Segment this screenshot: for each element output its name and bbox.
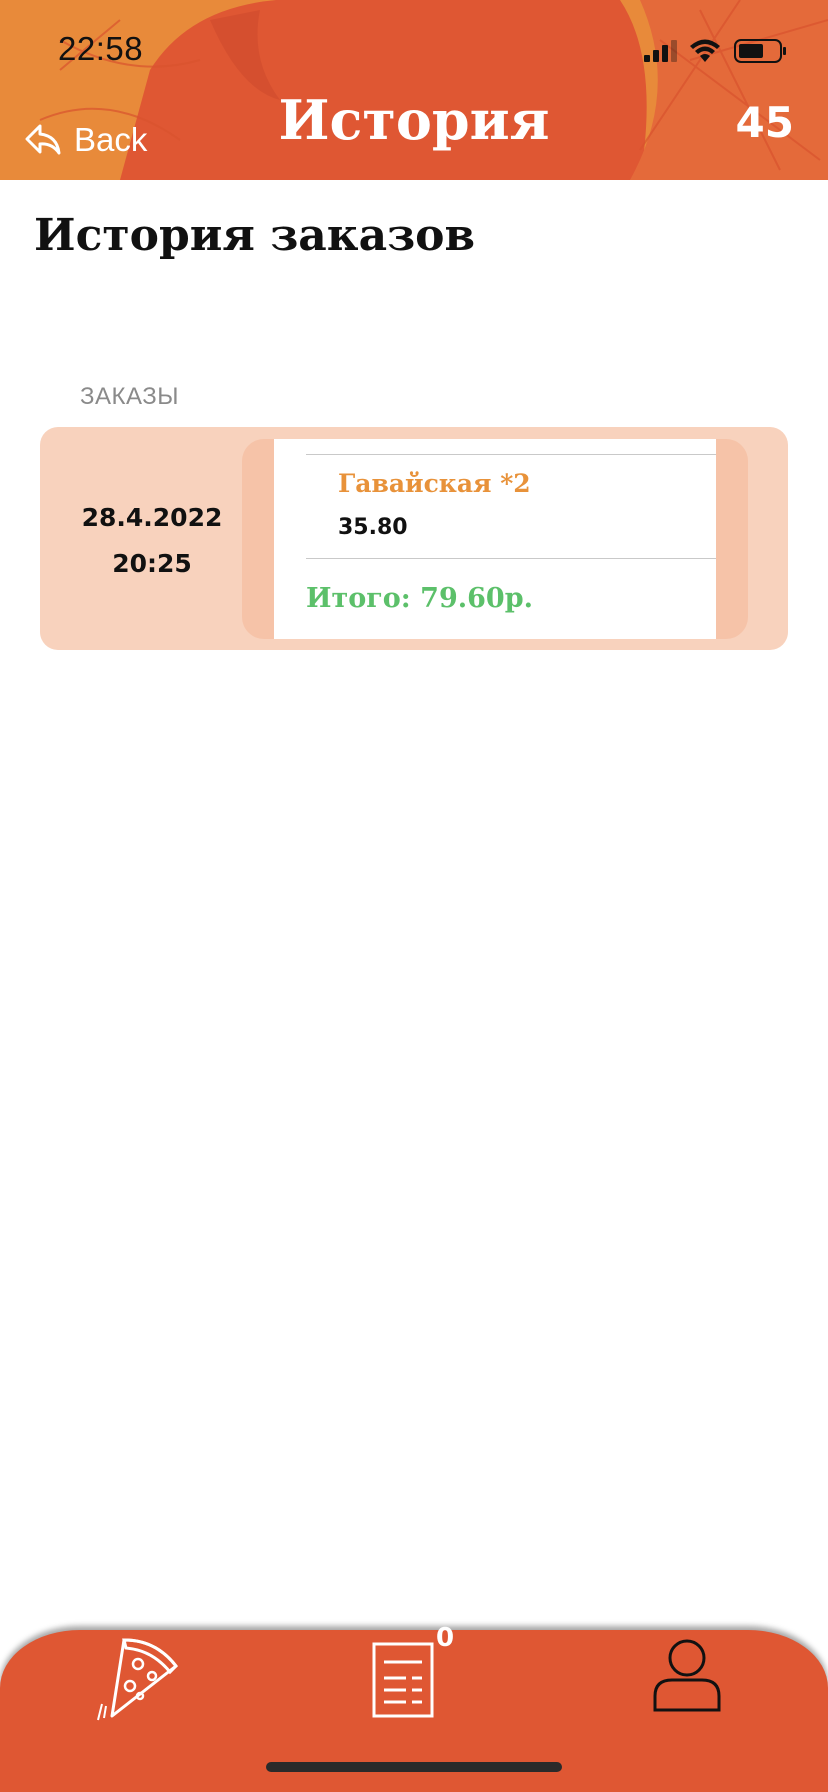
divider <box>306 558 716 559</box>
tab-menu[interactable] <box>94 1634 180 1726</box>
header: 22:58 Back История 45 <box>0 0 828 180</box>
divider <box>306 454 716 455</box>
order-items-list: Гавайская *2 35.80 Итого: 79.60р. <box>274 439 716 639</box>
tab-orders[interactable] <box>370 1640 436 1724</box>
status-icons <box>644 39 786 63</box>
cart-badge: 0 <box>436 1623 455 1653</box>
pizza-icon <box>97 1638 178 1721</box>
tab-profile[interactable] <box>652 1638 722 1718</box>
order-details-panel: Гавайская *2 35.80 Итого: 79.60р. <box>242 439 748 639</box>
profile-icon <box>653 1639 721 1712</box>
page-header-title: История <box>278 88 550 152</box>
signal-icon <box>644 40 677 62</box>
order-item-price: 35.80 <box>338 515 408 540</box>
page-title: История заказов <box>34 210 476 261</box>
section-label: ЗАКАЗЫ <box>80 383 179 410</box>
order-datetime: 28.4.2022 20:25 <box>40 495 264 587</box>
home-indicator <box>266 1762 562 1772</box>
order-time: 20:25 <box>112 549 192 578</box>
order-item-name: Гавайская *2 <box>338 469 531 498</box>
status-time: 22:58 <box>58 30 144 67</box>
order-total: Итого: 79.60р. <box>306 583 533 614</box>
battery-icon <box>734 39 786 63</box>
order-card[interactable]: 28.4.2022 20:25 Гавайская *2 35.80 Итого… <box>40 427 788 650</box>
receipt-icon <box>372 1642 434 1718</box>
order-date: 28.4.2022 <box>81 503 223 532</box>
wifi-icon <box>690 39 720 62</box>
header-counter: 45 <box>735 98 794 147</box>
